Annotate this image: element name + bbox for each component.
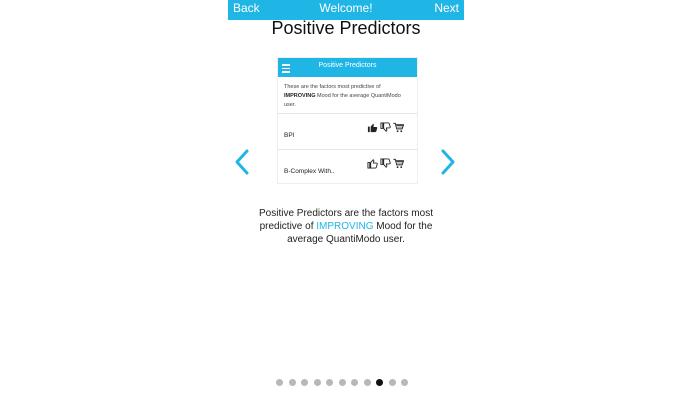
pagination-dot[interactable]: [388, 379, 396, 386]
preview-row: B-Complex With..: [278, 149, 417, 185]
header-title: Welcome!: [319, 1, 373, 15]
pagination-dot[interactable]: [313, 379, 321, 386]
pagination-dot[interactable]: [326, 379, 333, 386]
preview-header: Positive Predictors: [278, 58, 417, 77]
thumbs-down-icon: [380, 122, 391, 133]
preview-row: BPI: [278, 113, 417, 149]
pagination-dot[interactable]: [276, 379, 283, 386]
thumbs-down-icon: [380, 158, 391, 169]
back-button[interactable]: Back: [233, 1, 260, 15]
header-bar: Welcome! Back Next: [228, 0, 464, 20]
preview-row-name: B-Complex With..: [284, 168, 335, 176]
page-title: Positive Predictors: [271, 18, 421, 38]
thumbs-up-filled-icon: [367, 124, 378, 133]
next-button[interactable]: Next: [434, 1, 459, 15]
pagination-dot[interactable]: [363, 379, 371, 386]
highlight-text: IMPROVING: [316, 221, 374, 232]
preview-row-name: BPI: [284, 132, 295, 140]
cart-icon: [393, 123, 404, 133]
pagination-dot[interactable]: [301, 379, 308, 386]
chevron-right-icon[interactable]: [440, 148, 456, 176]
preview-description: These are the factors most predictive of…: [284, 84, 401, 108]
pagination-dot[interactable]: [288, 379, 296, 386]
pagination-dots: [276, 379, 414, 389]
pagination-dot[interactable]: [401, 379, 408, 386]
pagination-dot[interactable]: [351, 379, 358, 386]
pagination-dot[interactable]: [338, 379, 346, 386]
pagination-dot-active[interactable]: [376, 379, 383, 386]
thumbs-up-icon: [367, 159, 378, 169]
preview-title: Positive Predictors: [318, 62, 377, 69]
slide-description: Positive Predictors are the factors most…: [259, 208, 433, 245]
cart-icon: [393, 159, 404, 169]
chevron-left-icon[interactable]: [234, 148, 250, 176]
screenshot-preview: Positive Predictors These are the factor…: [277, 57, 418, 184]
